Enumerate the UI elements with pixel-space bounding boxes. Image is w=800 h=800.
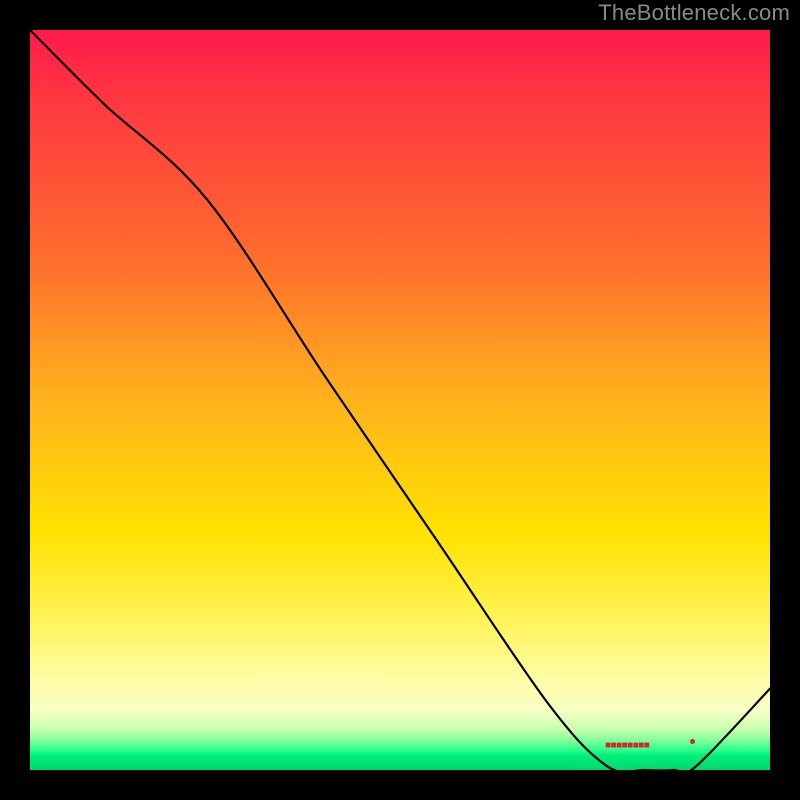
curve-layer bbox=[30, 30, 770, 770]
attribution-text: TheBottleneck.com bbox=[598, 0, 790, 26]
optimal-marker: ■■■■■■■■ bbox=[605, 740, 649, 751]
plot-area: ■■■■■■■■ bbox=[30, 30, 770, 770]
optimal-dot bbox=[690, 739, 695, 744]
bottleneck-curve bbox=[30, 30, 770, 770]
figure-root: TheBottleneck.com ■■■■■■■■ bbox=[0, 0, 800, 800]
